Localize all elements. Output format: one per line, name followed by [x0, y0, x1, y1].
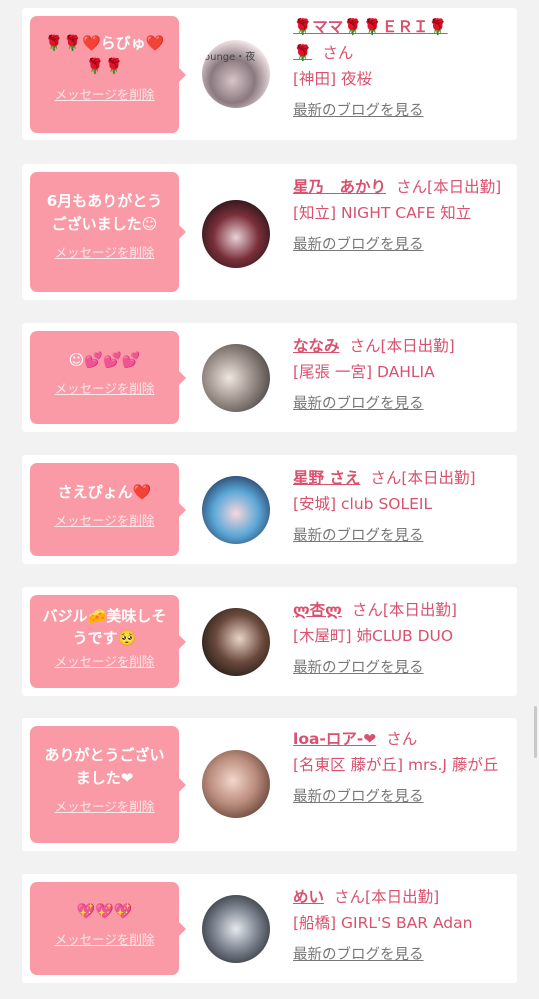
- shop-label: [尾張 一宮] DAHLIA: [293, 363, 435, 381]
- cast-name-link[interactable]: 星乃 あかり: [293, 178, 386, 196]
- message-text: 🌹🌹❤️らびゅ❤️ 🌹🌹: [44, 34, 165, 75]
- cast-info: 星野 さえ さん[本日出勤] [安城] club SOLEIL 最新のブログを見る: [293, 465, 513, 549]
- avatar[interactable]: [202, 895, 270, 963]
- honorific-label: さん: [349, 337, 381, 355]
- message-text: 6月もありがとう ございました☺: [46, 192, 163, 233]
- cast-info: めい さん[本日出勤] [船橋] GIRL'S BAR Adan 最新のブログを見…: [293, 884, 513, 968]
- scrollbar[interactable]: [534, 706, 537, 758]
- name-line: ななみ さん[本日出勤]: [293, 333, 513, 359]
- latest-blog-link[interactable]: 最新のブログを見る: [293, 523, 424, 549]
- delete-message-link[interactable]: メッセージを削除: [55, 510, 155, 529]
- message-bubble: 💖💖💖 メッセージを削除: [30, 882, 186, 975]
- shop-label: [木屋町] 姉CLUB DUO: [293, 627, 454, 645]
- cast-info: loa-ロア-❤ さん [名東区 藤が丘] mrs.J 藤が丘 最新のブログを見る: [293, 726, 513, 810]
- shop-label: [神田] 夜桜: [293, 70, 373, 88]
- cast-name-link[interactable]: 🌹ママ🌹🌹ＥＲＩ🌹 🌹: [293, 18, 448, 62]
- message-bubble: 🌹🌹❤️らびゅ❤️ 🌹🌹 メッセージを削除: [30, 16, 186, 133]
- message-bubble: バジル🧀美味しそ うです🥺 メッセージを削除: [30, 595, 186, 688]
- shop-label: [安城] club SOLEIL: [293, 495, 433, 513]
- message-bubble: ☺💕💕💕 メッセージを削除: [30, 331, 186, 424]
- cast-name-link[interactable]: loa-ロア-❤: [293, 730, 376, 748]
- name-line: ლ杏ლ さん[本日出勤]: [293, 597, 513, 623]
- avatar[interactable]: [202, 200, 270, 268]
- name-line: 星乃 あかり さん[本日出勤]: [293, 174, 513, 200]
- status-label: [本日出勤]: [427, 178, 502, 196]
- cast-name-link[interactable]: ლ杏ლ: [293, 601, 342, 619]
- name-line: 星野 さえ さん[本日出勤]: [293, 465, 513, 491]
- name-line: めい さん[本日出勤]: [293, 884, 513, 910]
- message-card: バジル🧀美味しそ うです🥺 メッセージを削除 ლ杏ლ さん[本日出勤] [木屋町]…: [22, 587, 517, 696]
- status-label: [本日出勤]: [380, 337, 455, 355]
- delete-message-link[interactable]: メッセージを削除: [55, 796, 155, 815]
- delete-message-link[interactable]: メッセージを削除: [55, 651, 155, 670]
- delete-message-link[interactable]: メッセージを削除: [55, 242, 155, 261]
- cast-name-link[interactable]: 星野 さえ: [293, 469, 360, 487]
- message-card: ありがとうござい ました❤ メッセージを削除 loa-ロア-❤ さん [名東区 藤…: [22, 718, 517, 851]
- shop-label: [名東区 藤が丘] mrs.J 藤が丘: [293, 756, 499, 774]
- message-card: 💖💖💖 メッセージを削除 めい さん[本日出勤] [船橋] GIRL'S BAR …: [22, 874, 517, 983]
- honorific-label: さん: [396, 178, 428, 196]
- status-label: [本日出勤]: [382, 601, 457, 619]
- shop-label: [船橋] GIRL'S BAR Adan: [293, 914, 473, 932]
- latest-blog-link[interactable]: 最新のブログを見る: [293, 784, 424, 810]
- latest-blog-link[interactable]: 最新のブログを見る: [293, 391, 424, 417]
- latest-blog-link[interactable]: 最新のブログを見る: [293, 232, 424, 258]
- status-label: [本日出勤]: [365, 888, 440, 906]
- honorific-label: さん: [322, 44, 354, 62]
- avatar[interactable]: [202, 344, 270, 412]
- cast-info: 星乃 あかり さん[本日出勤] [知立] NIGHT CAFE 知立 最新のブログ…: [293, 174, 513, 258]
- message-text: ☺💕💕💕: [68, 351, 141, 369]
- cast-info: ななみ さん[本日出勤] [尾張 一宮] DAHLIA 最新のブログを見る: [293, 333, 513, 417]
- cast-name-link[interactable]: めい: [293, 888, 324, 906]
- honorific-label: さん: [370, 469, 402, 487]
- message-bubble: 6月もありがとう ございました☺ メッセージを削除: [30, 172, 186, 292]
- name-line: loa-ロア-❤ さん: [293, 726, 513, 752]
- message-card: さえぴょん❤️ メッセージを削除 星野 さえ さん[本日出勤] [安城] club…: [22, 455, 517, 564]
- avatar[interactable]: [202, 476, 270, 544]
- latest-blog-link[interactable]: 最新のブログを見る: [293, 655, 424, 681]
- avatar[interactable]: ounge・夜: [202, 40, 270, 108]
- message-bubble: さえぴょん❤️ メッセージを削除: [30, 463, 186, 556]
- cast-name-link[interactable]: ななみ: [293, 337, 340, 355]
- message-text: さえぴょん❤️: [57, 483, 152, 501]
- cast-info: ლ杏ლ さん[本日出勤] [木屋町] 姉CLUB DUO 最新のブログを見る: [293, 597, 513, 681]
- shop-label: [知立] NIGHT CAFE 知立: [293, 204, 472, 222]
- message-card: 6月もありがとう ございました☺ メッセージを削除 星乃 あかり さん[本日出勤]…: [22, 164, 517, 300]
- message-text: バジル🧀美味しそ うです🥺: [42, 607, 167, 647]
- honorific-label: さん: [351, 601, 383, 619]
- message-card: ☺💕💕💕 メッセージを削除 ななみ さん[本日出勤] [尾張 一宮] DAHLIA…: [22, 323, 517, 432]
- status-label: [本日出勤]: [401, 469, 476, 487]
- cast-info: 🌹ママ🌹🌹ＥＲＩ🌹 🌹 さん [神田] 夜桜 最新のブログを見る: [293, 14, 513, 124]
- message-card: 🌹🌹❤️らびゅ❤️ 🌹🌹 メッセージを削除 ounge・夜 🌹ママ🌹🌹ＥＲＩ🌹 …: [22, 8, 517, 140]
- delete-message-link[interactable]: メッセージを削除: [55, 378, 155, 397]
- delete-message-link[interactable]: メッセージを削除: [55, 84, 155, 103]
- message-text: 💖💖💖: [76, 902, 133, 920]
- delete-message-link[interactable]: メッセージを削除: [55, 929, 155, 948]
- latest-blog-link[interactable]: 最新のブログを見る: [293, 942, 424, 968]
- message-bubble: ありがとうござい ました❤ メッセージを削除: [30, 726, 186, 843]
- latest-blog-link[interactable]: 最新のブログを見る: [293, 98, 424, 124]
- name-line: 🌹ママ🌹🌹ＥＲＩ🌹 🌹 さん: [293, 14, 513, 66]
- avatar-text: ounge・夜: [204, 52, 256, 63]
- avatar[interactable]: [202, 750, 270, 818]
- message-text: ありがとうござい ました❤: [44, 746, 165, 787]
- avatar[interactable]: [202, 608, 270, 676]
- honorific-label: さん: [334, 888, 366, 906]
- honorific-label: さん: [386, 730, 418, 748]
